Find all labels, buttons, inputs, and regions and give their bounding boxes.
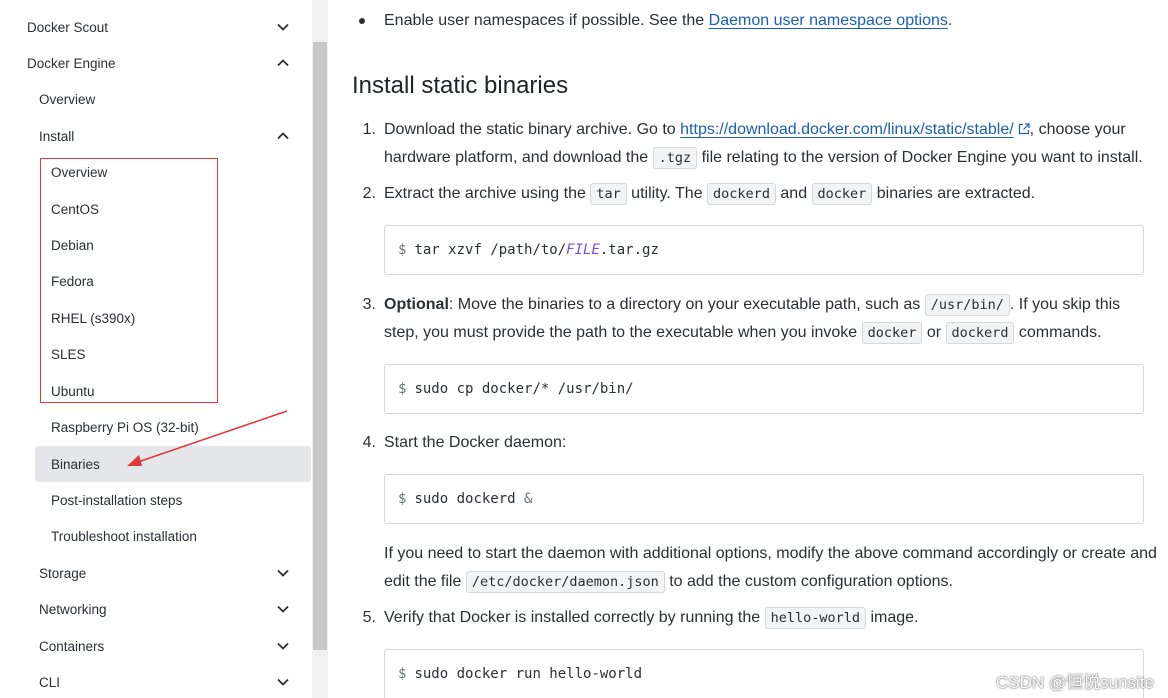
- sidebar-item-install[interactable]: Install: [39, 118, 291, 154]
- step-number: 2.: [362, 185, 376, 202]
- shell-prompt: $: [398, 381, 407, 397]
- bullet-dot: [359, 18, 365, 24]
- sidebar-item-label: Networking: [39, 601, 107, 617]
- sidebar-item-label: Containers: [39, 638, 105, 654]
- chevron-up-icon[interactable]: [275, 55, 291, 71]
- shell-prompt: $: [398, 491, 407, 507]
- sidebar-item-label: Troubleshoot installation: [51, 528, 197, 544]
- sidebar-item-troubleshoot[interactable]: Troubleshoot installation: [51, 518, 291, 554]
- step-2-text: Extract the archive using the tar utilit…: [384, 180, 1035, 208]
- sidebar-item-label: CLI: [39, 674, 61, 690]
- daemon-namespace-link[interactable]: Daemon user namespace options: [709, 12, 948, 29]
- step-4-note-line-2: edit the file /etc/docker/daemon.json to…: [384, 568, 953, 596]
- sidebar-item-label: Binaries: [51, 456, 100, 472]
- placeholder-text: FILE: [566, 242, 600, 258]
- step-5-text: Verify that Docker is installed correctl…: [384, 604, 919, 632]
- step-4-note-line-1: If you need to start the daemon with add…: [384, 545, 1157, 562]
- sidebar-item-post-installation[interactable]: Post-installation steps: [51, 482, 291, 518]
- download-link[interactable]: https://download.docker.com/linux/static…: [680, 121, 1014, 138]
- inline-code: tar: [590, 183, 627, 205]
- sidebar-item-label: Raspberry Pi OS (32-bit): [51, 419, 199, 435]
- sidebar-item-label: Overview: [39, 91, 96, 107]
- sidebar-item-label: Install: [39, 128, 75, 144]
- page-title: Install static binaries: [352, 72, 569, 99]
- shell-prompt: $: [398, 242, 407, 258]
- step-number: 1.: [362, 121, 376, 138]
- sidebar-item-cli[interactable]: CLI: [39, 664, 291, 698]
- code-block[interactable]: $ sudo dockerd &: [384, 474, 1144, 524]
- watermark: CSDN @恒悦sunsite: [995, 673, 1154, 692]
- sidebar-item-label: Post-installation steps: [51, 492, 183, 508]
- code-block[interactable]: $ sudo cp docker/* /usr/bin/: [384, 364, 1144, 414]
- sidebar-item-raspberry-pi-os[interactable]: Raspberry Pi OS (32-bit): [51, 409, 291, 445]
- inline-code: dockerd: [945, 322, 1015, 344]
- sidebar-item-containers[interactable]: Containers: [39, 628, 291, 664]
- chevron-down-icon[interactable]: [275, 19, 291, 35]
- sidebar-item-binaries[interactable]: Binaries: [51, 446, 291, 482]
- inline-code: dockerd: [707, 183, 776, 205]
- step-1-line-1: Download the static binary archive. Go t…: [384, 116, 1126, 144]
- inline-code: /usr/bin/: [924, 294, 1010, 316]
- step-3-line-2: step, you must provide the path to the e…: [384, 319, 1102, 347]
- code-block[interactable]: $ tar xzvf /path/to/FILE .tar.gz: [384, 225, 1144, 275]
- inline-code: docker: [811, 183, 873, 205]
- step-3-line-1: Optional: Move the binaries to a directo…: [384, 291, 1120, 319]
- sidebar-item-engine-overview[interactable]: Overview: [39, 81, 291, 117]
- annotation-highlight-box: [40, 158, 218, 403]
- inline-code: docker: [861, 322, 923, 344]
- inline-code: /etc/docker/daemon.json: [465, 571, 665, 593]
- step-number: 5.: [362, 609, 376, 626]
- main-content: Enable user namespaces if possible. See …: [328, 0, 1168, 698]
- namespace-bullet: Enable user namespaces if possible. See …: [384, 12, 953, 29]
- sidebar-item-docker-scout[interactable]: Docker Scout: [27, 9, 291, 45]
- step-number: 3.: [362, 296, 376, 313]
- sidebar-item-networking[interactable]: Networking: [39, 591, 291, 627]
- chevron-down-icon[interactable]: [275, 638, 291, 654]
- sidebar-scrollbar-thumb[interactable]: [313, 42, 327, 650]
- chevron-down-icon[interactable]: [275, 565, 291, 581]
- sidebar-item-docker-engine[interactable]: Docker Engine: [27, 45, 291, 81]
- chevron-down-icon[interactable]: [275, 601, 291, 617]
- sidebar-nav: Docker Scout Docker Engine Overview Inst…: [0, 0, 312, 698]
- inline-code: .tgz: [652, 147, 698, 169]
- external-link-icon: [1018, 117, 1030, 135]
- chevron-down-icon[interactable]: [275, 674, 291, 690]
- sidebar-item-label: Storage: [39, 565, 87, 581]
- step-number: 4.: [362, 434, 376, 451]
- sidebar-item-label: Docker Scout: [27, 19, 109, 35]
- sidebar-item-storage[interactable]: Storage: [39, 555, 291, 591]
- shell-prompt: $: [398, 666, 407, 682]
- step-4-text: Start the Docker daemon:: [384, 434, 567, 451]
- sidebar-item-label: Docker Engine: [27, 55, 116, 71]
- inline-code: hello-world: [764, 607, 867, 629]
- chevron-up-icon[interactable]: [275, 128, 291, 144]
- step-1-line-2: hardware platform, and download the .tgz…: [384, 144, 1143, 172]
